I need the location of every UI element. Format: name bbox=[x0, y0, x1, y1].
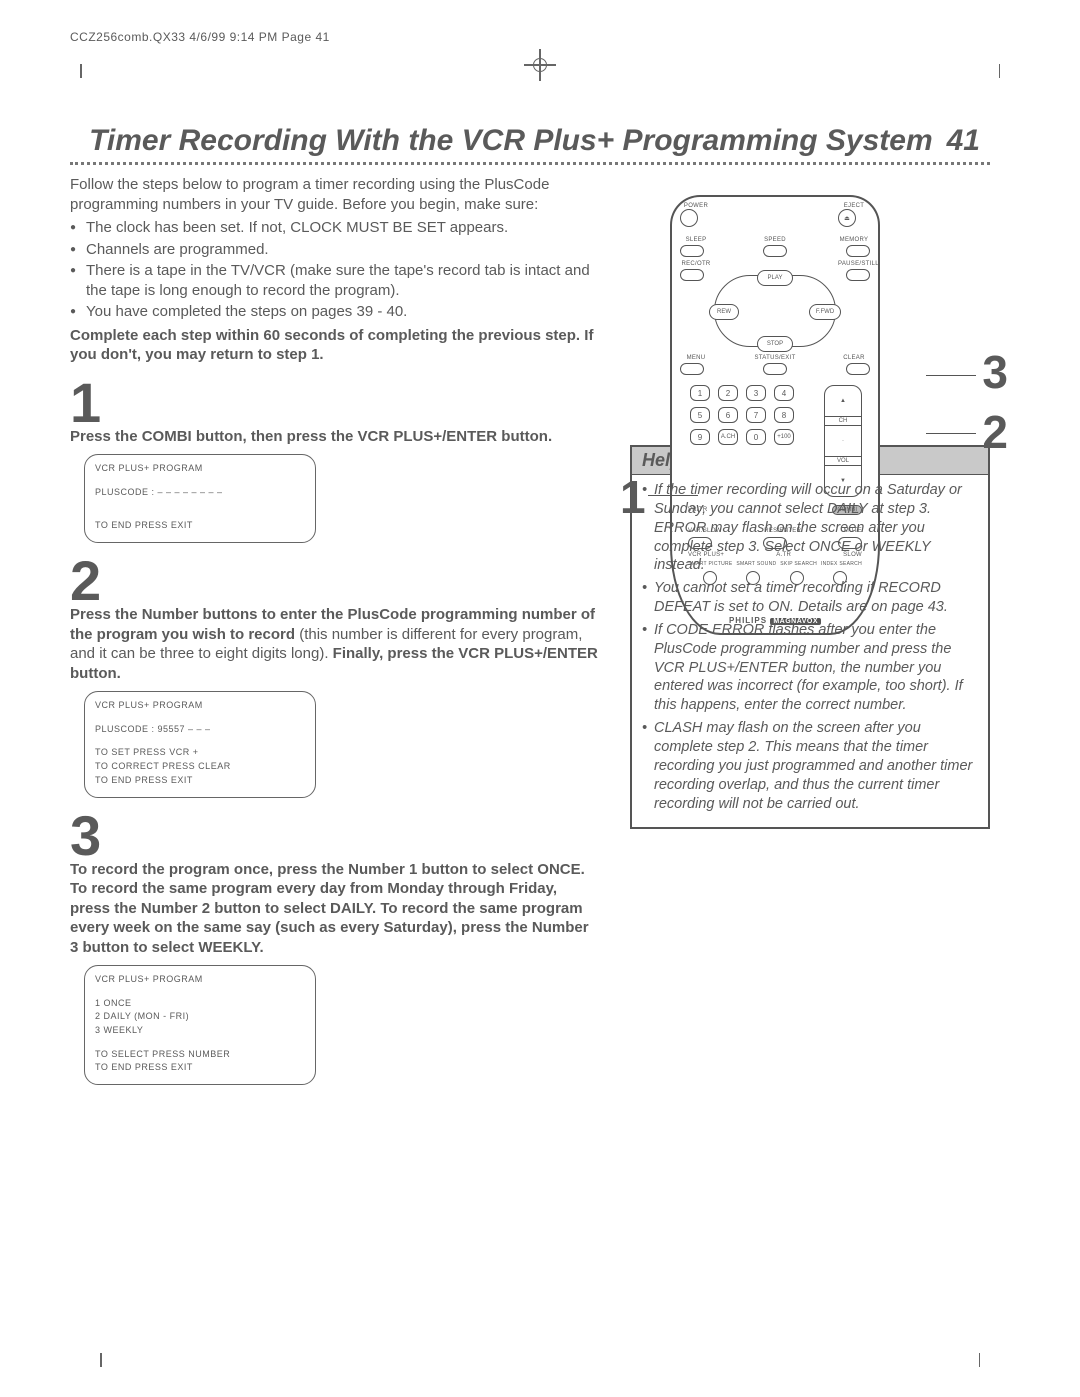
num-7-button: 7 bbox=[746, 407, 766, 423]
step-text: Press the COMBI button, then press the V… bbox=[70, 427, 600, 447]
remote-label: SPEED bbox=[759, 237, 791, 243]
num-0-button: 0 bbox=[746, 429, 766, 445]
remote-label: MEMORY bbox=[838, 237, 870, 243]
hint-item: CLASH may flash on the screen after you … bbox=[642, 719, 978, 813]
step-number: 1 bbox=[70, 375, 600, 431]
number-keypad: 1 2 3 4 5 6 7 8 9 A.CH 0 +100 bbox=[690, 385, 800, 445]
tv-screen-display: VCR PLUS+ PROGRAM PLUSCODE : – – – – – –… bbox=[84, 454, 316, 543]
remote-label: PAUSE/STILL bbox=[838, 261, 870, 267]
hint-item: If the timer recording will occur on a S… bbox=[642, 481, 978, 575]
status-button-icon bbox=[763, 363, 787, 375]
screen-line: TO END PRESS EXIT bbox=[95, 520, 305, 532]
num-9-button: 9 bbox=[690, 429, 710, 445]
intro-paragraph: Follow the steps below to program a time… bbox=[70, 175, 600, 214]
callout-line bbox=[926, 375, 976, 376]
screen-line: PLUSCODE : 95557 – – – bbox=[95, 724, 305, 736]
num-5-button: 5 bbox=[690, 407, 710, 423]
page-title: Timer Recording With the VCR Plus+ Progr… bbox=[89, 124, 933, 158]
remote-label: REC/OTR bbox=[680, 261, 712, 267]
crop-mark bbox=[100, 1353, 102, 1367]
pause-button-icon bbox=[846, 269, 870, 281]
crop-mark bbox=[979, 1353, 981, 1367]
vol-label: VOL bbox=[825, 456, 861, 466]
screen-line: TO CORRECT PRESS CLEAR bbox=[95, 761, 305, 773]
num-1-button: 1 bbox=[690, 385, 710, 401]
menu-button-icon bbox=[680, 363, 704, 375]
remote-label: EJECT bbox=[838, 203, 870, 209]
play-ring: PLAY REW F.FWD STOP bbox=[714, 275, 836, 347]
screen-line: TO END PRESS EXIT bbox=[95, 775, 305, 787]
crop-mark bbox=[999, 64, 1001, 78]
num-2-button: 2 bbox=[718, 385, 738, 401]
rew-button-icon: REW bbox=[709, 304, 739, 320]
num-4-button: 4 bbox=[774, 385, 794, 401]
num-3-button: 3 bbox=[746, 385, 766, 401]
screen-line: 2 DAILY (MON - FRI) bbox=[95, 1011, 305, 1023]
remote-label: CLEAR bbox=[838, 355, 870, 361]
step-number: 2 bbox=[70, 553, 600, 609]
num-6-button: 6 bbox=[718, 407, 738, 423]
prereq-item: You have completed the steps on pages 39… bbox=[70, 302, 600, 322]
helpful-hints-box: Helpful Hints If the timer recording wil… bbox=[630, 445, 990, 829]
screen-line: VCR PLUS+ PROGRAM bbox=[95, 700, 305, 712]
tv-screen-display: VCR PLUS+ PROGRAM PLUSCODE : 95557 – – –… bbox=[84, 691, 316, 797]
remote-label: MENU bbox=[680, 355, 712, 361]
page-number: 41 bbox=[947, 124, 980, 158]
screen-line: TO END PRESS EXIT bbox=[95, 1062, 305, 1074]
file-path-header: CCZ256comb.QX33 4/6/99 9:14 PM Page 41 bbox=[70, 30, 990, 44]
plus100-button: +100 bbox=[774, 429, 794, 445]
memory-button-icon bbox=[846, 245, 870, 257]
remote-label: SLEEP bbox=[680, 237, 712, 243]
prereq-item: Channels are programmed. bbox=[70, 240, 600, 260]
remote-label: STATUS/EXIT bbox=[750, 355, 800, 361]
callout-3: 3 bbox=[982, 345, 1008, 399]
ch-up-icon: ▲ bbox=[840, 386, 846, 416]
ch-label: CH bbox=[825, 416, 861, 426]
screen-line: TO SET PRESS VCR + bbox=[95, 747, 305, 759]
step-bold: To record the program once, press the Nu… bbox=[70, 861, 589, 956]
eject-button-icon: ⏏ bbox=[838, 209, 856, 227]
power-button-icon bbox=[680, 209, 698, 227]
step-text: To record the program once, press the Nu… bbox=[70, 860, 600, 958]
screen-line: VCR PLUS+ PROGRAM bbox=[95, 974, 305, 986]
step-bold: Press the COMBI button, then press the V… bbox=[70, 428, 552, 445]
play-button-icon: PLAY bbox=[757, 270, 793, 286]
prereq-item: There is a tape in the TV/VCR (make sure… bbox=[70, 261, 600, 300]
step-text: Press the Number buttons to enter the Pl… bbox=[70, 605, 600, 683]
hint-item: You cannot set a timer recording if RECO… bbox=[642, 579, 978, 617]
title-divider bbox=[70, 162, 990, 165]
sleep-button-icon bbox=[680, 245, 704, 257]
callout-2: 2 bbox=[982, 405, 1008, 459]
hint-item: If CODE ERROR flashes after you enter th… bbox=[642, 621, 978, 715]
prereq-item: The clock has been set. If not, CLOCK MU… bbox=[70, 218, 600, 238]
ffwd-button-icon: F.FWD bbox=[809, 304, 841, 320]
callout-line bbox=[926, 433, 976, 434]
prereq-list: The clock has been set. If not, CLOCK MU… bbox=[70, 218, 600, 322]
screen-line: PLUSCODE : – – – – – – – – bbox=[95, 487, 305, 499]
rec-button-icon bbox=[680, 269, 704, 281]
stop-button-icon: STOP bbox=[757, 336, 793, 352]
step-number: 3 bbox=[70, 808, 600, 864]
num-8-button: 8 bbox=[774, 407, 794, 423]
screen-line: 3 WEEKLY bbox=[95, 1025, 305, 1037]
tv-screen-display: VCR PLUS+ PROGRAM 1 ONCE 2 DAILY (MON - … bbox=[84, 965, 316, 1085]
clear-button-icon bbox=[846, 363, 870, 375]
speed-button-icon bbox=[763, 245, 787, 257]
ach-button: A.CH bbox=[718, 429, 738, 445]
remote-label: POWER bbox=[680, 203, 712, 209]
intro-warning: Complete each step within 60 seconds of … bbox=[70, 326, 600, 365]
screen-line: VCR PLUS+ PROGRAM bbox=[95, 463, 305, 475]
screen-line: 1 ONCE bbox=[95, 998, 305, 1010]
screen-line: TO SELECT PRESS NUMBER bbox=[95, 1049, 305, 1061]
